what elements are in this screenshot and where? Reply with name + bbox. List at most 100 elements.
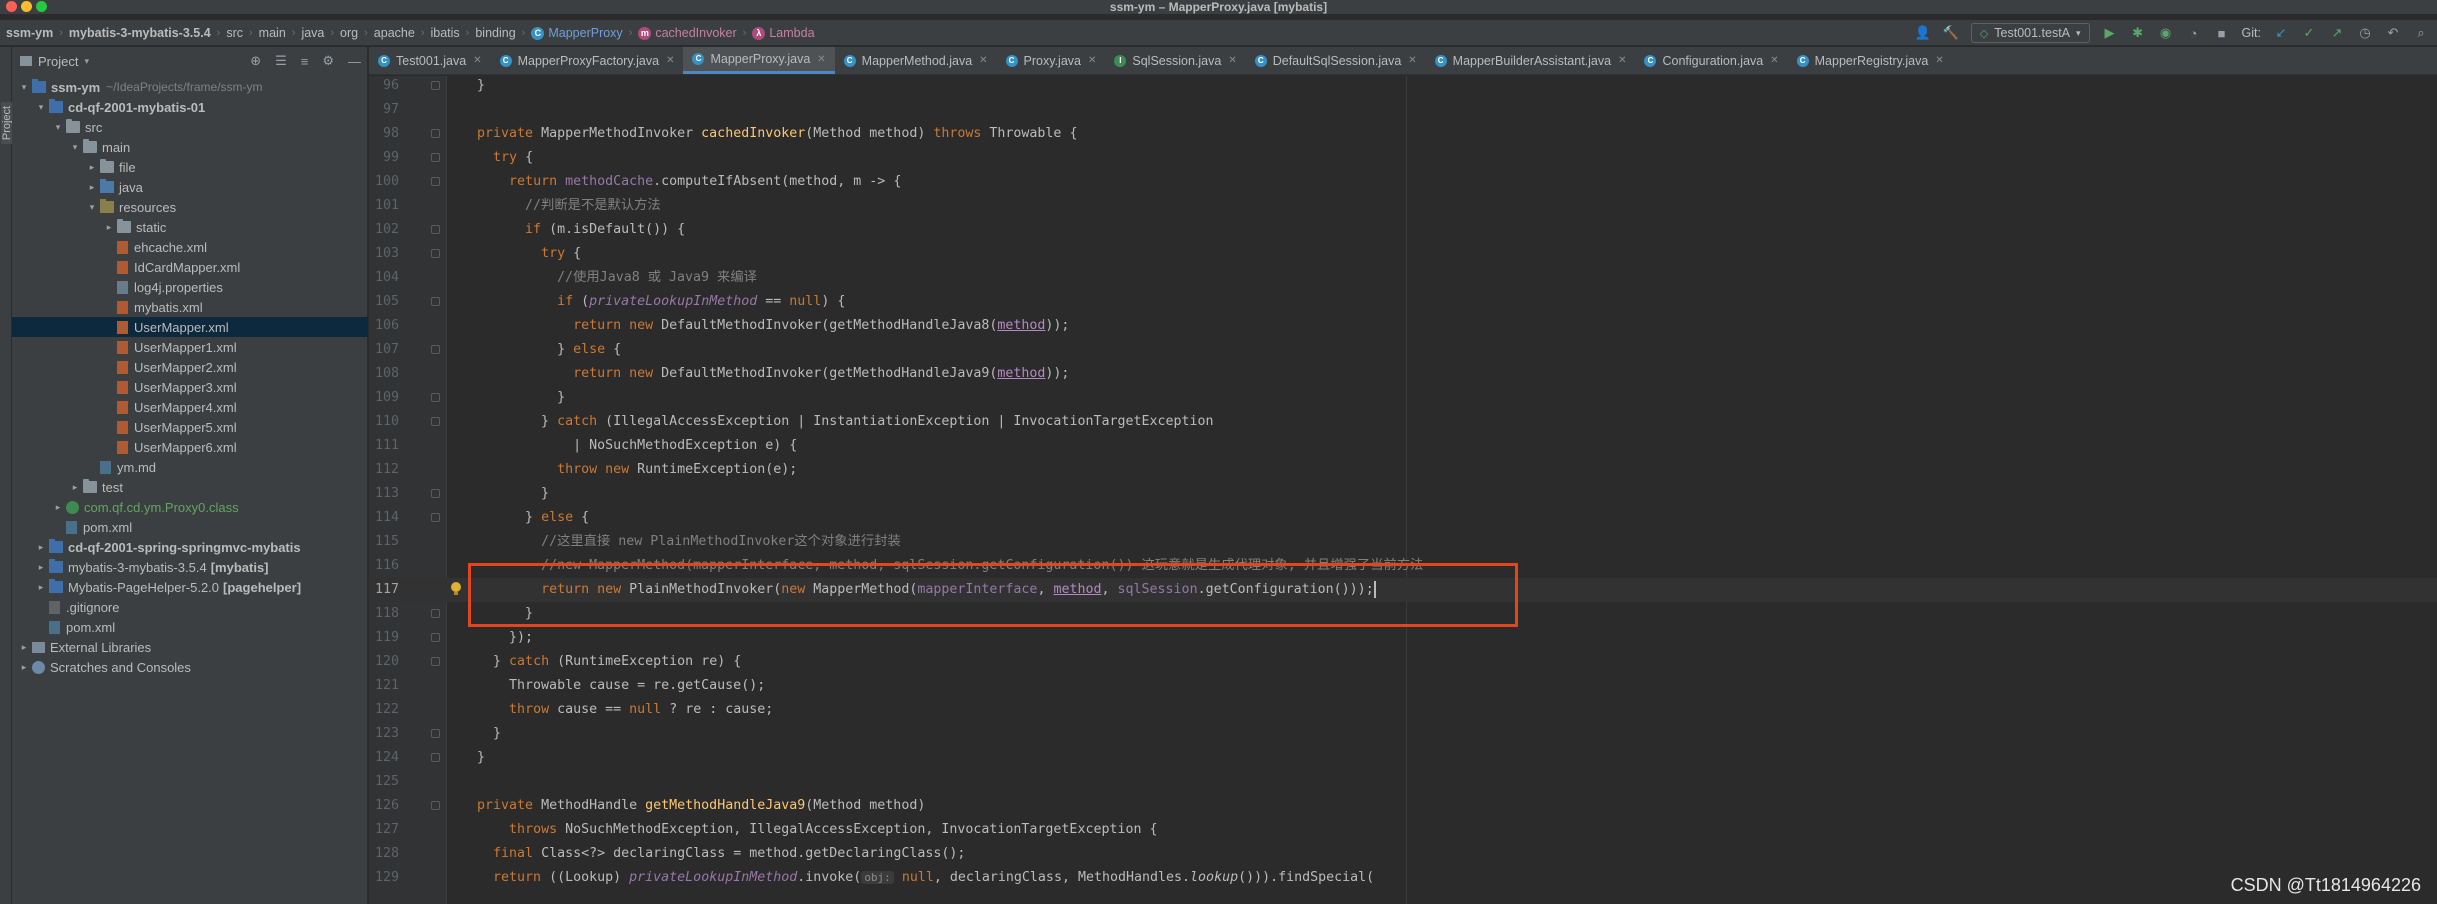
fold-marker-icon[interactable] xyxy=(431,801,440,810)
collapse-all-icon[interactable]: ≡ xyxy=(301,54,309,69)
editor-tab[interactable]: I SqlSession.java ✕ xyxy=(1105,47,1245,74)
tree-item[interactable]: ▸ External Libraries xyxy=(12,637,368,657)
editor-tab[interactable]: C MapperProxy.java ✕ xyxy=(683,47,835,74)
chevron-down-icon[interactable]: ▾ xyxy=(35,102,47,113)
profile-icon[interactable]: ◔ xyxy=(2186,25,2202,41)
git-update-icon[interactable]: ↙ xyxy=(2273,25,2289,41)
fold-marker-icon[interactable] xyxy=(431,729,440,738)
tree-item[interactable]: .gitignore xyxy=(12,597,368,617)
run-configuration-select[interactable]: ◇ Test001.testA ▾ xyxy=(1970,23,2090,43)
tree-item[interactable]: UserMapper3.xml xyxy=(12,377,368,397)
fold-marker-icon[interactable] xyxy=(431,129,440,138)
fold-marker-icon[interactable] xyxy=(431,753,440,762)
breadcrumb-item[interactable]: m cachedInvoker xyxy=(638,26,737,40)
lightbulb-icon[interactable] xyxy=(451,582,461,595)
tree-item[interactable]: ▸ file xyxy=(12,157,368,177)
tree-item[interactable]: ▸ Mybatis-PageHelper-5.2.0 [pagehelper] xyxy=(12,577,368,597)
breadcrumb-item[interactable]: org xyxy=(340,26,358,40)
fold-marker-icon[interactable] xyxy=(431,489,440,498)
tree-item[interactable]: ym.md xyxy=(12,457,368,477)
chevron-right-icon[interactable]: ▸ xyxy=(35,542,47,553)
chevron-right-icon[interactable]: ▸ xyxy=(18,662,30,673)
breadcrumb-item[interactable]: ssm-ym xyxy=(6,26,53,40)
breadcrumb-item[interactable]: src xyxy=(226,26,243,40)
chevron-right-icon[interactable]: ▸ xyxy=(86,162,98,173)
chevron-right-icon[interactable]: ▸ xyxy=(35,582,47,593)
chevron-down-icon[interactable]: ▾ xyxy=(18,82,30,93)
git-push-icon[interactable]: ↗ xyxy=(2329,25,2345,41)
coverage-icon[interactable]: ◉ xyxy=(2158,25,2174,41)
tree-item[interactable]: pom.xml xyxy=(12,617,368,637)
chevron-right-icon[interactable]: ▸ xyxy=(35,562,47,573)
tree-item[interactable]: ▾ main xyxy=(12,137,368,157)
code-editor[interactable]: 96 } 97 98 private MapperMethodInvoker cac… xyxy=(369,76,2437,904)
debug-icon[interactable]: ✱ xyxy=(2130,25,2146,41)
breadcrumb-item[interactable]: ibatis xyxy=(430,26,459,40)
editor-tab[interactable]: C MapperProxyFactory.java ✕ xyxy=(491,47,684,74)
tree-item[interactable]: ▾ ssm-ym ~/IdeaProjects/frame/ssm-ym xyxy=(12,77,368,97)
fold-marker-icon[interactable] xyxy=(431,513,440,522)
expand-all-icon[interactable]: ☰ xyxy=(275,53,287,69)
gear-icon[interactable]: ⚙ xyxy=(322,53,334,69)
tree-item[interactable]: UserMapper2.xml xyxy=(12,357,368,377)
hide-icon[interactable]: — xyxy=(348,54,361,69)
project-panel-title[interactable]: Project xyxy=(38,54,78,69)
chevron-down-icon[interactable]: ▾ xyxy=(86,202,98,213)
fold-marker-icon[interactable] xyxy=(431,609,440,618)
tree-item[interactable]: ▸ mybatis-3-mybatis-3.5.4 [mybatis] xyxy=(12,557,368,577)
close-icon[interactable]: ✕ xyxy=(817,54,825,65)
breadcrumb-item[interactable]: binding xyxy=(475,26,515,40)
history-icon[interactable]: ◷ xyxy=(2357,25,2373,41)
fold-marker-icon[interactable] xyxy=(431,345,440,354)
tree-item[interactable]: mybatis.xml xyxy=(12,297,368,317)
tree-item[interactable]: ehcache.xml xyxy=(12,237,368,257)
locate-icon[interactable]: ⊕ xyxy=(250,53,261,69)
close-icon[interactable]: ✕ xyxy=(1088,55,1096,66)
fold-marker-icon[interactable] xyxy=(431,657,440,666)
chevron-down-icon[interactable]: ▾ xyxy=(52,122,64,133)
user-icon[interactable]: 👤 xyxy=(1915,25,1931,41)
tree-item[interactable]: ▾ cd-qf-2001-mybatis-01 xyxy=(12,97,368,117)
close-icon[interactable]: ✕ xyxy=(979,55,987,66)
close-icon[interactable]: ✕ xyxy=(1228,55,1236,66)
editor-tab[interactable]: C MapperMethod.java ✕ xyxy=(835,47,997,74)
tree-item[interactable]: ▾ resources xyxy=(12,197,368,217)
git-commit-icon[interactable]: ✓ xyxy=(2301,25,2317,41)
breadcrumb-item[interactable]: java xyxy=(301,26,324,40)
rollback-icon[interactable]: ↶ xyxy=(2385,25,2401,41)
close-icon[interactable]: ✕ xyxy=(666,55,674,66)
tree-item[interactable]: UserMapper1.xml xyxy=(12,337,368,357)
close-icon[interactable]: ✕ xyxy=(1770,55,1778,66)
editor-tab[interactable]: C MapperRegistry.java ✕ xyxy=(1788,47,1953,74)
chevron-right-icon[interactable]: ▸ xyxy=(52,502,64,513)
editor-tab[interactable]: C DefaultSqlSession.java ✕ xyxy=(1246,47,1426,74)
editor-tab[interactable]: C Test001.java ✕ xyxy=(369,47,491,74)
chevron-right-icon[interactable]: ▸ xyxy=(18,642,30,653)
tree-item[interactable]: UserMapper5.xml xyxy=(12,417,368,437)
fold-marker-icon[interactable] xyxy=(431,177,440,186)
fold-marker-icon[interactable] xyxy=(431,297,440,306)
tree-item[interactable]: UserMapper6.xml xyxy=(12,437,368,457)
close-icon[interactable]: ✕ xyxy=(1935,55,1943,66)
breadcrumb-item[interactable]: C MapperProxy xyxy=(531,26,623,40)
tree-item[interactable]: ▸ static xyxy=(12,217,368,237)
fold-marker-icon[interactable] xyxy=(431,633,440,642)
breadcrumb-item[interactable]: apache xyxy=(374,26,415,40)
tree-item[interactable]: ▸ java xyxy=(12,177,368,197)
breadcrumb-item[interactable]: main xyxy=(259,26,286,40)
close-icon[interactable]: ✕ xyxy=(1408,55,1416,66)
fold-marker-icon[interactable] xyxy=(431,225,440,234)
chevron-down-icon[interactable]: ▾ xyxy=(69,142,81,153)
fold-marker-icon[interactable] xyxy=(431,153,440,162)
tree-item[interactable]: UserMapper4.xml xyxy=(12,397,368,417)
chevron-right-icon[interactable]: ▸ xyxy=(69,482,81,493)
tree-item[interactable]: ▸ com.qf.cd.ym.Proxy0.class xyxy=(12,497,368,517)
close-icon[interactable]: ✕ xyxy=(473,55,481,66)
fold-marker-icon[interactable] xyxy=(431,81,440,90)
chevron-right-icon[interactable]: ▸ xyxy=(103,222,115,233)
breadcrumb-item[interactable]: λ Lambda xyxy=(752,26,815,40)
editor-tab[interactable]: C Proxy.java ✕ xyxy=(997,47,1106,74)
tree-item[interactable]: UserMapper.xml xyxy=(12,317,368,337)
breadcrumb-item[interactable]: mybatis-3-mybatis-3.5.4 xyxy=(69,26,211,40)
tree-item[interactable]: ▸ cd-qf-2001-spring-springmvc-mybatis xyxy=(12,537,368,557)
